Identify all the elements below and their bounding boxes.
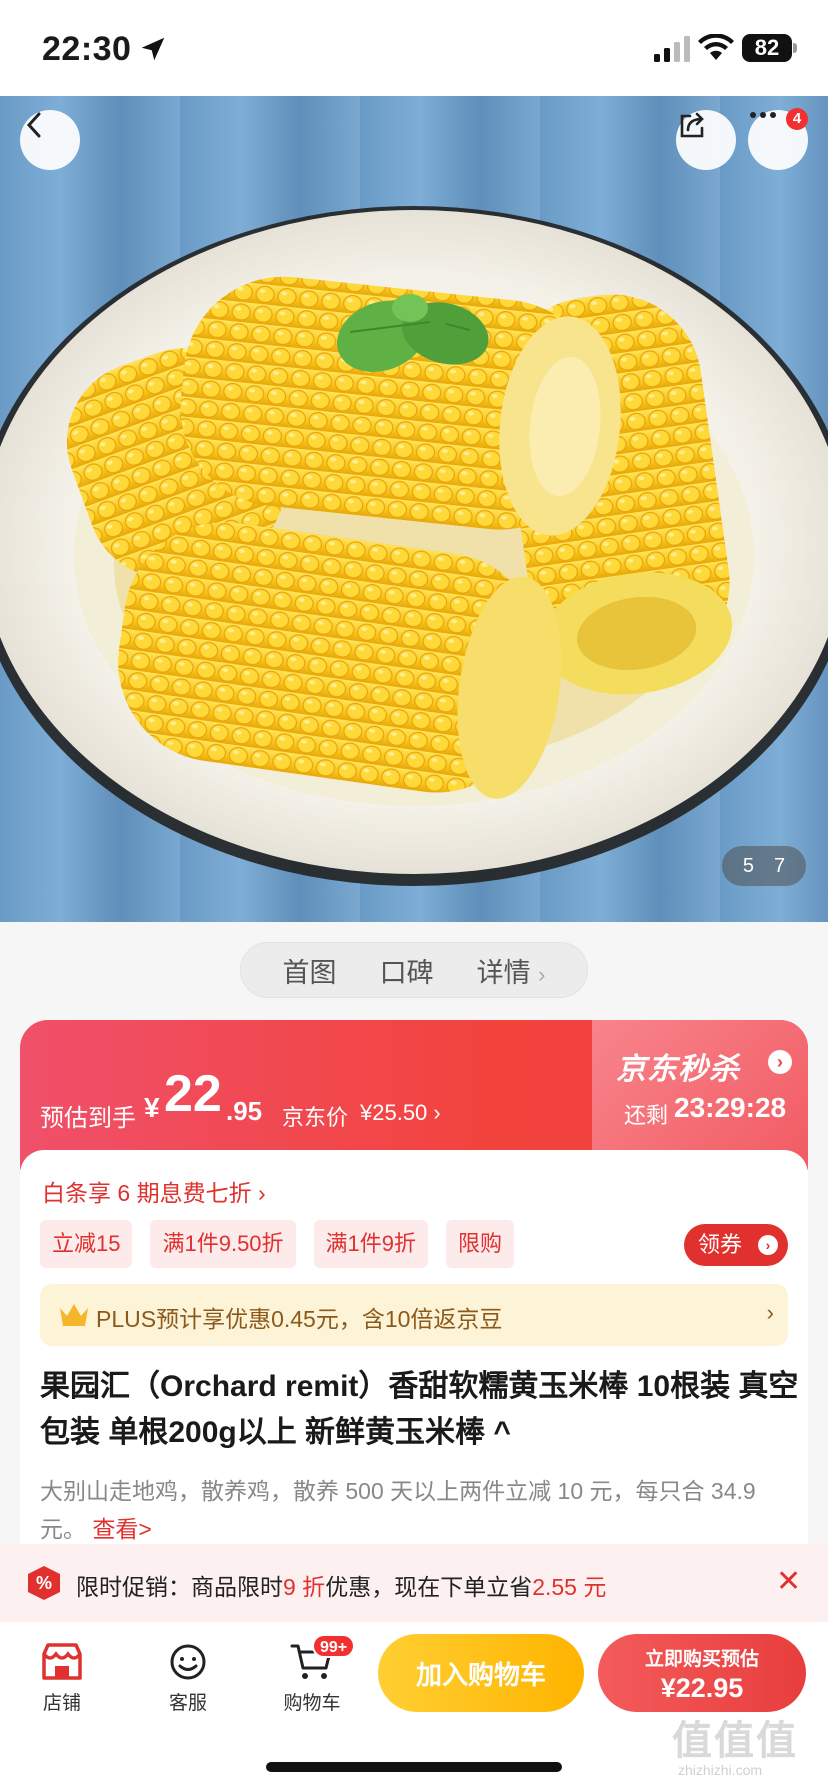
get-coupon-button[interactable]: 领券 › — [684, 1224, 788, 1266]
gallery-page-indicator: 5 7 — [722, 846, 806, 886]
share-button[interactable] — [676, 110, 736, 170]
chip-discount-9[interactable]: 满1件9折 — [313, 1220, 429, 1268]
view-more-link[interactable]: 查看> — [92, 1516, 151, 1542]
more-badge: 4 — [786, 108, 808, 130]
product-desc: 大别山走地鸡，散养鸡，散养 500 天以上两件立减 10 元，每只合 34.9元… — [40, 1472, 800, 1548]
promo-discount: 9 折 — [283, 1574, 326, 1600]
plus-benefit-bar[interactable]: PLUS预计享优惠0.45元，含10倍返京豆 › — [40, 1284, 788, 1346]
plus-benefit-text: PLUS预计享优惠0.45元，含10倍返京豆 — [96, 1306, 503, 1332]
product-image[interactable]: 4 — [0, 96, 828, 922]
watermark-logo: 值值值 — [672, 1719, 798, 1763]
crown-icon — [60, 1304, 88, 1326]
wifi-icon — [698, 34, 734, 60]
seckill-title[interactable]: 京东秒杀 — [616, 1044, 740, 1088]
price-decimal: .95 — [226, 1096, 263, 1126]
battery-icon: 82 — [742, 34, 792, 62]
promo-text: 限时促销：商品限时9 折优惠，现在下单立省2.55 元 — [76, 1568, 606, 1602]
bottom-action-bar: 店铺 客服 购物车 99+ 加入购物车 立即购买预估 ¥22.95 值值值 zh… — [0, 1622, 828, 1792]
chip-discount-950[interactable]: 满1件9.50折 — [150, 1220, 296, 1268]
more-dots-icon — [750, 112, 776, 118]
section-tabs: 首图 口碑 详情 › — [240, 942, 588, 998]
promo-middle: 优惠，现在下单立省 — [325, 1574, 533, 1600]
cart-count-badge: 99+ — [312, 1634, 356, 1658]
chevron-right-icon: › — [766, 1300, 774, 1325]
status-time: 22:30 — [42, 30, 132, 68]
coupon-label: 领券 — [698, 1232, 743, 1257]
chat-smile-icon — [170, 1644, 206, 1680]
add-to-cart-button[interactable]: 加入购物车 — [378, 1634, 584, 1712]
home-indicator — [266, 1762, 562, 1772]
price-currency: ¥ — [144, 1092, 160, 1123]
svg-text:%: % — [36, 1573, 52, 1593]
shop-icon — [42, 1643, 82, 1680]
chip-instant-discount[interactable]: 立减15 — [40, 1220, 133, 1268]
discount-tag-icon: % — [28, 1566, 60, 1600]
chevron-left-icon — [26, 112, 41, 138]
close-icon[interactable]: ✕ — [776, 1564, 801, 1599]
share-icon — [680, 112, 704, 138]
shop-button[interactable]: 店铺 — [22, 1642, 102, 1715]
countdown-label: 还剩 — [624, 1103, 669, 1128]
battery-tip — [793, 43, 797, 53]
chevron-right-icon: › — [538, 961, 546, 987]
buy-now-label: 立即购买预估 — [644, 1649, 759, 1670]
seckill-arrow-icon[interactable]: › — [768, 1050, 792, 1074]
jd-price-value[interactable]: ¥25.50 › — [360, 1100, 441, 1126]
price-card: 预估到手 ¥ 22 .95 京东价 ¥25.50 › 京东秒杀 › 还剩 23:… — [20, 1020, 808, 1170]
buy-now-price: ¥22.95 — [660, 1673, 744, 1703]
gallery-total: 7 — [774, 854, 786, 877]
tab-details[interactable]: 详情 › — [477, 951, 546, 990]
gallery-current: 5 — [742, 854, 754, 877]
promo-saving: 2.55 元 — [532, 1574, 607, 1600]
limited-promo-banner: % 限时促销：商品限时9 折优惠，现在下单立省2.55 元 ✕ — [0, 1544, 828, 1622]
corn-illustration — [0, 206, 828, 886]
tab-main-image[interactable]: 首图 — [283, 951, 337, 990]
tab-reviews[interactable]: 口碑 — [380, 951, 434, 990]
promo-chips: 立减15 满1件9.50折 满1件9折 限购 — [40, 1220, 515, 1268]
service-label: 客服 — [168, 1693, 207, 1714]
customer-service-button[interactable]: 客服 — [148, 1642, 228, 1715]
location-arrow-icon — [141, 37, 165, 61]
status-bar: 22:30 82 — [0, 0, 828, 96]
baitiao-installment[interactable]: 白条享 6 期息费七折 › — [42, 1174, 266, 1208]
chip-limit[interactable]: 限购 — [446, 1220, 515, 1268]
back-button[interactable] — [20, 110, 80, 170]
tab-details-label: 详情 — [476, 957, 531, 988]
product-title: 果园汇（Orchard remit）香甜软糯黄玉米棒 10根装 真空包装 单根2… — [40, 1370, 799, 1449]
buy-now-button[interactable]: 立即购买预估 ¥22.95 — [598, 1634, 806, 1712]
chevron-right-icon: › — [758, 1235, 778, 1255]
shop-label: 店铺 — [42, 1693, 81, 1714]
product-info-card: 白条享 6 期息费七折 › 立减15 满1件9.50折 满1件9折 限购 领券 … — [20, 1150, 808, 1544]
jd-price-label: 京东价 — [282, 1105, 349, 1130]
estimate-label: 预估到手 — [40, 1105, 136, 1132]
cellular-signal-icon — [654, 36, 690, 62]
countdown-timer: 23:29:28 — [674, 1092, 787, 1123]
price-integer: 22 — [164, 1065, 222, 1123]
cart-label: 购物车 — [283, 1693, 341, 1714]
promo-prefix: 限时促销：商品限时 — [76, 1574, 283, 1600]
watermark-url: zhizhizhi.com — [678, 1762, 763, 1778]
